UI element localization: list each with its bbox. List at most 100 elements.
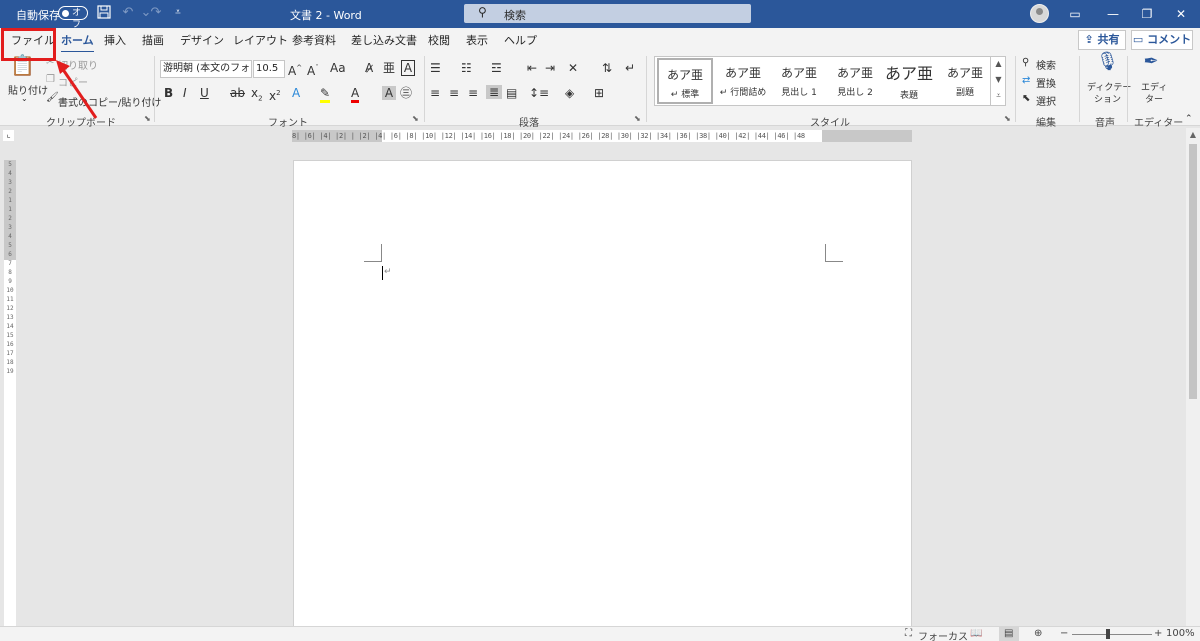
shading-icon[interactable]: ◈ [565, 86, 574, 100]
style-item-subtitle[interactable]: あア亜 副題 [937, 58, 993, 104]
replace-icon[interactable]: ⇄ [1022, 75, 1030, 86]
bullets-icon[interactable]: ☰ [430, 61, 441, 75]
zoom-out-button[interactable]: − [1060, 628, 1068, 639]
focus-button[interactable]: フォーカス [918, 628, 968, 641]
style-item-normal[interactable]: あア亜 ↵ 標準 [657, 58, 713, 104]
distributed-icon[interactable]: ▤ [506, 86, 517, 100]
tab-insert[interactable]: 挿入 [104, 32, 126, 48]
avatar[interactable] [1030, 4, 1049, 23]
tab-selector-icon[interactable]: ⌞ [3, 130, 14, 141]
chevron-down-icon[interactable]: ▼ [991, 72, 1006, 88]
tab-view[interactable]: 表示 [466, 32, 488, 48]
text-effects-icon[interactable]: A [292, 86, 300, 100]
character-shading-icon[interactable]: A [382, 86, 396, 100]
enclose-characters-icon[interactable]: ㊂ [400, 86, 412, 100]
grow-font-icon[interactable]: A^ [288, 61, 302, 78]
zoom-slider-thumb[interactable] [1106, 629, 1110, 639]
tab-draw[interactable]: 描画 [142, 32, 164, 48]
style-item-heading2[interactable]: あア亜 見出し 2 [827, 58, 883, 104]
find-button[interactable]: 検索 [1036, 57, 1056, 72]
select-button[interactable]: 選択 [1036, 93, 1056, 108]
character-border-icon[interactable]: A [401, 60, 415, 76]
asian-layout-icon[interactable]: ✕ [568, 61, 578, 75]
phonetic-guide-icon[interactable]: 亜 [383, 61, 395, 75]
paste-dropdown-icon[interactable]: ⌄ [21, 94, 28, 103]
zoom-level[interactable]: 100% [1166, 628, 1195, 639]
change-case-icon[interactable]: Aa [330, 61, 346, 75]
vertical-ruler[interactable]: 5 4 3 2 1 1 2 3 4 5 6 7 8 9 10 11 12 13 … [4, 160, 16, 630]
styles-launcher-icon[interactable]: ⬊ [1004, 114, 1011, 123]
align-left-icon[interactable]: ≡ [430, 86, 440, 100]
vertical-scrollbar[interactable]: ▲ [1186, 128, 1200, 626]
align-center-icon[interactable]: ≡ [449, 86, 459, 100]
select-icon[interactable]: ⬉ [1022, 93, 1030, 104]
close-icon[interactable]: ✕ [1172, 5, 1190, 23]
paste-icon[interactable]: 📋 [10, 55, 35, 80]
decrease-indent-icon[interactable]: ⇤ [527, 61, 537, 75]
style-item-no-spacing[interactable]: あア亜 ↵ 行間詰め [715, 58, 771, 104]
editor-pen-icon[interactable]: ✒ [1141, 53, 1161, 77]
undo-icon[interactable]: ↶ [120, 5, 136, 21]
numbering-icon[interactable]: ☷ [461, 61, 472, 75]
italic-icon[interactable]: I [183, 86, 187, 100]
line-spacing-icon[interactable]: ↕≡ [529, 86, 549, 100]
tab-home[interactable]: ホーム [61, 32, 94, 53]
paste-button[interactable]: 貼り付け [8, 82, 48, 97]
style-item-title[interactable]: あア亜 表題 [881, 58, 937, 104]
scroll-up-icon[interactable]: ▲ [1186, 128, 1200, 142]
subscript-icon[interactable]: x2 [251, 86, 263, 105]
font-name-dropdown[interactable]: 游明朝 (本文のフォン [160, 60, 252, 78]
editor-label-line2[interactable]: ター [1145, 92, 1163, 105]
document-page[interactable]: ↵ [293, 160, 912, 630]
more-styles-icon[interactable]: ⩡ [991, 88, 1006, 104]
autosave-toggle[interactable]: オフ [58, 6, 88, 30]
focus-icon[interactable]: ⛶ [905, 628, 912, 639]
tab-references[interactable]: 参考資料 [292, 32, 336, 48]
read-mode-icon[interactable]: 📖 [970, 628, 982, 639]
tab-mailings[interactable]: 差し込み文書 [351, 32, 417, 48]
superscript-icon[interactable]: x2 [269, 86, 281, 103]
tab-help[interactable]: ヘルプ [504, 32, 537, 48]
save-icon[interactable] [96, 5, 112, 21]
font-color-icon[interactable]: A [351, 86, 360, 103]
tab-design[interactable]: デザイン [180, 32, 224, 48]
customize-toolbar-icon[interactable]: ⩡ [170, 5, 186, 21]
clear-formatting-icon[interactable]: A̷ [365, 61, 373, 75]
microphone-icon[interactable]: 🎙 [1096, 53, 1119, 77]
copy-icon[interactable]: ❐ [46, 74, 55, 85]
font-launcher-icon[interactable]: ⬊ [412, 114, 419, 123]
redo-icon[interactable]: ↷ [148, 5, 164, 21]
align-right-icon[interactable]: ≡ [468, 86, 478, 100]
dictate-label-line2[interactable]: ション [1094, 92, 1121, 105]
scroll-thumb[interactable] [1189, 144, 1197, 399]
justify-icon[interactable]: ≣ [486, 85, 502, 99]
tab-layout[interactable]: レイアウト [233, 32, 288, 48]
highlight-color-icon[interactable]: ✎ [320, 86, 331, 103]
collapse-ribbon-icon[interactable]: ⌃ [1185, 114, 1193, 124]
show-marks-icon[interactable]: ↵ [625, 61, 635, 75]
borders-icon[interactable]: ⊞ [594, 86, 604, 100]
tab-review[interactable]: 校閲 [428, 32, 450, 48]
multilevel-list-icon[interactable]: ☲ [491, 61, 502, 75]
comment-button[interactable]: ▭ コメント [1131, 30, 1193, 50]
share-button[interactable]: ⇪ 共有 [1078, 30, 1126, 50]
zoom-in-button[interactable]: + [1154, 628, 1162, 639]
strikethrough-icon[interactable]: ab [230, 86, 245, 100]
shrink-font-icon[interactable]: Aˇ [307, 61, 319, 78]
paragraph-launcher-icon[interactable]: ⬊ [634, 114, 641, 123]
clipboard-launcher-icon[interactable]: ⬊ [144, 114, 151, 123]
font-size-dropdown[interactable]: 10.5 [253, 60, 285, 78]
search-box[interactable]: ⚲ 検索 [464, 4, 751, 23]
find-icon[interactable]: ⚲ [1022, 57, 1029, 68]
restore-icon[interactable]: ❐ [1138, 5, 1156, 23]
web-layout-icon[interactable]: ⊕ [1034, 628, 1042, 639]
underline-icon[interactable]: U [200, 86, 209, 100]
minimize-icon[interactable]: — [1104, 5, 1122, 23]
sort-icon[interactable]: ⇅ [602, 61, 612, 75]
bold-icon[interactable]: B [164, 86, 173, 100]
zoom-slider[interactable] [1072, 634, 1152, 635]
increase-indent-icon[interactable]: ⇥ [545, 61, 555, 75]
ribbon-display-options-icon[interactable]: ▭ [1066, 5, 1084, 23]
print-layout-icon[interactable]: ▤ [1004, 628, 1013, 639]
replace-button[interactable]: 置換 [1036, 75, 1056, 90]
